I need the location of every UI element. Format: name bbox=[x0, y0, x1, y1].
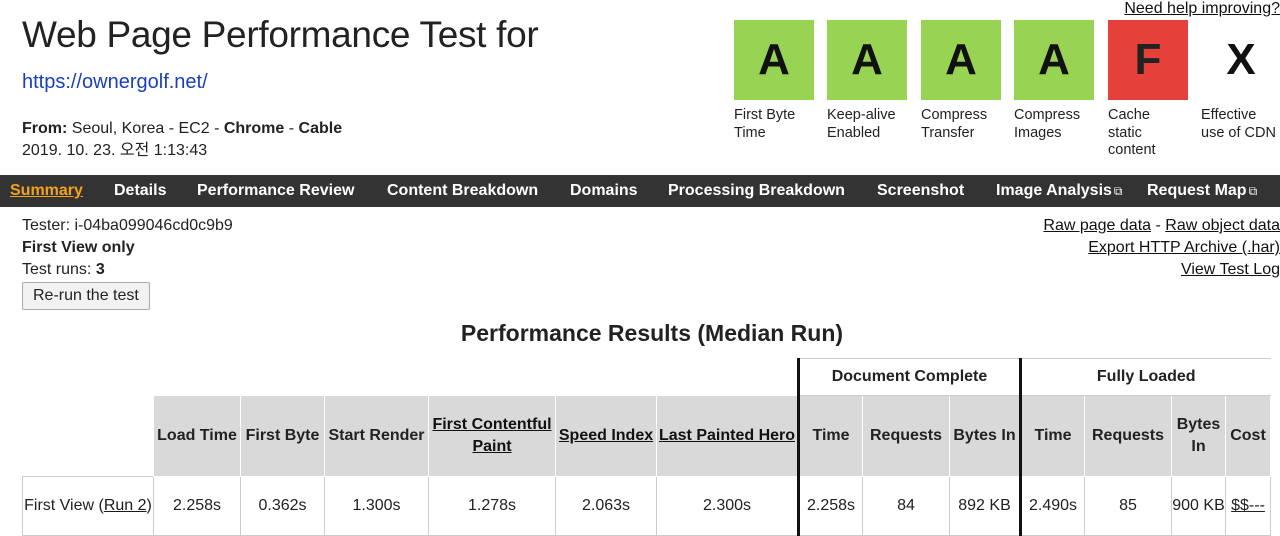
results-title: Performance Results (Median Run) bbox=[460, 320, 844, 346]
col-full-bytes: Bytes In bbox=[1171, 395, 1226, 477]
row-label: First View (Run 2) bbox=[22, 476, 154, 536]
test-info: Tester: i-04ba099046cd0c9b9 First View o… bbox=[22, 215, 233, 281]
row-label-suffix: ) bbox=[146, 497, 152, 514]
cell-full-bytes: 900 KB bbox=[1171, 476, 1226, 536]
browser-name: Chrome bbox=[223, 120, 285, 137]
external-link-icon: ⧉ bbox=[1113, 184, 1123, 198]
cell-speed-index: 2.063s bbox=[555, 476, 657, 536]
cell-first-byte: 0.362s bbox=[240, 476, 325, 536]
tab-request-map-label: Request Map bbox=[1147, 182, 1247, 199]
col-doc-bytes: Bytes In bbox=[949, 395, 1021, 477]
separator: - bbox=[1151, 217, 1166, 234]
col-start-render: Start Render bbox=[324, 395, 429, 477]
cell-doc-time: 2.258s bbox=[797, 476, 863, 536]
grade-compress-transfer[interactable]: A Compress Transfer bbox=[921, 20, 1001, 142]
tested-url-link[interactable]: https://ownergolf.net/ bbox=[22, 71, 208, 94]
grade-badge: A bbox=[734, 20, 814, 100]
cost-link[interactable]: $$--- bbox=[1231, 497, 1265, 514]
results-nav: Summary Details Performance Review Conte… bbox=[0, 175, 1280, 207]
test-runs-label: Test runs: bbox=[22, 261, 96, 278]
grade-keep-alive[interactable]: A Keep-alive Enabled bbox=[827, 20, 907, 142]
col-load-time: Load Time bbox=[153, 395, 241, 477]
grade-cdn[interactable]: X Effective use of CDN bbox=[1201, 20, 1280, 142]
rerun-test-button[interactable]: Re-run the test bbox=[22, 282, 150, 310]
cell-lph: 2.300s bbox=[656, 476, 799, 536]
header-row-label-spacer bbox=[23, 396, 154, 477]
raw-data-links: Raw page data - Raw object data Export H… bbox=[1043, 215, 1280, 281]
test-timestamp: 2019. 10. 23. 오전 1:13:43 bbox=[22, 142, 208, 159]
cell-load-time: 2.258s bbox=[153, 476, 241, 536]
tester-id: Tester: i-04ba099046cd0c9b9 bbox=[22, 217, 233, 234]
cell-fcp: 1.278s bbox=[428, 476, 556, 536]
raw-object-data-link[interactable]: Raw object data bbox=[1165, 217, 1280, 234]
grade-label: Cache static content bbox=[1108, 107, 1156, 158]
external-link-icon: ⧉ bbox=[1248, 184, 1258, 198]
test-runs-count: 3 bbox=[95, 261, 105, 278]
tab-content-breakdown[interactable]: Content Breakdown bbox=[387, 175, 538, 207]
grade-badge: A bbox=[827, 20, 907, 100]
header-spacer bbox=[23, 359, 799, 396]
test-runs: Test runs: 3 bbox=[22, 259, 233, 281]
tab-screenshot[interactable]: Screenshot bbox=[877, 175, 964, 207]
col-full-requests: Requests bbox=[1084, 395, 1172, 477]
tab-request-map[interactable]: Request Map ⧉ bbox=[1147, 175, 1257, 207]
tab-summary[interactable]: Summary bbox=[10, 175, 83, 207]
tab-processing-breakdown[interactable]: Processing Breakdown bbox=[668, 175, 845, 207]
grade-label: Effective use of CDN bbox=[1201, 107, 1276, 141]
export-har-link[interactable]: Export HTTP Archive (.har) bbox=[1088, 239, 1280, 256]
page-title: Web Page Performance Test for bbox=[22, 14, 539, 55]
grade-cache-static[interactable]: F Cache static content bbox=[1108, 20, 1188, 160]
grade-label: Keep-alive Enabled bbox=[827, 107, 896, 141]
grade-first-byte-time[interactable]: A First Byte Time bbox=[734, 20, 814, 142]
cell-full-time: 2.490s bbox=[1019, 476, 1085, 536]
col-cost: Cost bbox=[1225, 395, 1271, 477]
tab-details[interactable]: Details bbox=[114, 175, 166, 207]
cell-full-requests: 85 bbox=[1084, 476, 1172, 536]
fcp-help-link[interactable]: First Contentful Paint bbox=[432, 416, 551, 455]
col-first-byte: First Byte bbox=[240, 395, 325, 477]
tab-performance-review[interactable]: Performance Review bbox=[197, 175, 354, 207]
separator: - bbox=[284, 120, 299, 137]
tab-image-analysis-label: Image Analysis bbox=[996, 182, 1112, 199]
grade-badge: F bbox=[1108, 20, 1188, 100]
view-mode: First View only bbox=[22, 239, 135, 256]
col-doc-time: Time bbox=[797, 395, 863, 477]
cell-start-render: 1.300s bbox=[324, 476, 429, 536]
run-link[interactable]: Run 2 bbox=[104, 497, 147, 514]
help-link[interactable]: Need help improving? bbox=[1124, 0, 1280, 18]
cell-doc-bytes: 892 KB bbox=[949, 476, 1021, 536]
test-origin: From: Seoul, Korea - EC2 - Chrome - Cabl… bbox=[22, 118, 342, 162]
group-fully-loaded: Fully Loaded bbox=[1019, 358, 1271, 396]
lph-help-link[interactable]: Last Painted Hero bbox=[659, 427, 795, 444]
grade-label: Compress Images bbox=[1014, 107, 1081, 141]
results-table: Document Complete Fully Loaded Load Time… bbox=[22, 358, 1271, 536]
from-label: From: bbox=[22, 120, 68, 137]
cell-cost: $$--- bbox=[1225, 476, 1271, 536]
from-location: Seoul, Korea - EC2 - bbox=[67, 120, 224, 137]
col-speed-index: Speed Index bbox=[555, 395, 657, 477]
grade-badge: A bbox=[1014, 20, 1094, 100]
col-last-painted-hero: Last Painted Hero bbox=[656, 395, 799, 477]
cell-doc-requests: 84 bbox=[862, 476, 950, 536]
speed-index-help-link[interactable]: Speed Index bbox=[559, 427, 653, 444]
grade-badge: X bbox=[1226, 35, 1256, 84]
grade-badge: A bbox=[921, 20, 1001, 100]
tab-image-analysis[interactable]: Image Analysis ⧉ bbox=[996, 175, 1122, 207]
group-document-complete: Document Complete bbox=[797, 358, 1021, 396]
col-doc-requests: Requests bbox=[862, 395, 950, 477]
grade-label: Compress Transfer bbox=[921, 107, 988, 141]
table-row: First View (Run 2) 2.258s 0.362s 1.300s … bbox=[22, 476, 1271, 536]
col-full-time: Time bbox=[1019, 395, 1085, 477]
view-test-log-link[interactable]: View Test Log bbox=[1181, 261, 1280, 278]
row-label-prefix: First View ( bbox=[24, 497, 104, 514]
col-first-contentful-paint: First Contentful Paint bbox=[428, 395, 556, 477]
grade-label: First Byte Time bbox=[734, 107, 796, 141]
grade-compress-images[interactable]: A Compress Images bbox=[1014, 20, 1094, 142]
raw-page-data-link[interactable]: Raw page data bbox=[1043, 217, 1151, 234]
connection-type: Cable bbox=[298, 120, 343, 137]
tab-domains[interactable]: Domains bbox=[570, 175, 638, 207]
